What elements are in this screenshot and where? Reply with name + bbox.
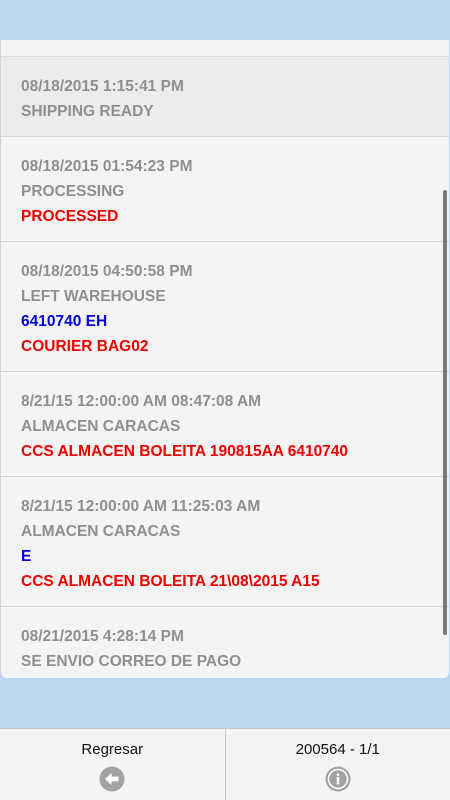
event-detail: PROCESSED (21, 208, 119, 225)
tracking-event-item[interactable]: 08/21/2015 4:28:14 PM SE ENVIO CORREO DE … (1, 607, 449, 678)
event-status: ALMACEN CARACAS (21, 418, 181, 435)
event-detail: CCS ALMACEN BOLEITA 190815AA 6410740 (21, 443, 349, 460)
tracking-event-item[interactable]: 08/18/2015 1:15:41 PM SHIPPING READY (1, 57, 449, 137)
tracking-event-item[interactable]: 8/21/15 12:00:00 AM 08:47:08 AM ALMACEN C… (1, 372, 449, 477)
record-info-label: 200564 - 1/1 (295, 741, 380, 758)
tracking-event-item[interactable]: 08/18/2015 04:50:58 PM LEFT WAREHOUSE 6410… (1, 242, 449, 372)
footer-bar: Regresar 200564 - 1/1 (0, 728, 450, 800)
tracking-event-item[interactable]: 08/18/2015 01:54:23 PM PROCESSING PROCESSE… (1, 137, 449, 242)
event-status: SHIPPING READY (21, 103, 154, 120)
back-button[interactable]: Regresar (0, 729, 225, 800)
info-circle-icon (325, 766, 351, 792)
arrow-left-circle-icon (99, 766, 125, 792)
back-button-label: Regresar (81, 741, 144, 758)
event-status: ALMACEN CARACAS (21, 523, 181, 540)
event-detail: 6410740 EH (21, 313, 108, 330)
event-timestamp: 08/18/2015 04:50:58 PM (21, 263, 193, 280)
list-top-edge (1, 40, 449, 57)
event-timestamp: 8/21/15 12:00:00 AM 11:25:03 AM (21, 498, 261, 515)
info-button[interactable]: 200564 - 1/1 (224, 729, 450, 800)
event-timestamp: 08/21/2015 4:28:14 PM (21, 628, 184, 645)
events-container: 08/18/2015 1:15:41 PM SHIPPING READY 08/18… (1, 57, 449, 678)
event-timestamp: 8/21/15 12:00:00 AM 08:47:08 AM (21, 393, 262, 410)
event-status: SE ENVIO CORREO DE PAGO (21, 653, 242, 670)
scrollbar[interactable] (443, 190, 447, 635)
event-status: PROCESSING (21, 183, 125, 200)
event-detail: E (21, 548, 32, 565)
tracking-event-item[interactable]: 8/21/15 12:00:00 AM 11:25:03 AM ALMACEN C… (1, 477, 449, 607)
event-detail: COURIER BAG02 (21, 338, 149, 355)
event-timestamp: 08/18/2015 01:54:23 PM (21, 158, 193, 175)
event-detail: CCS ALMACEN BOLEITA 21\08\2015 A15 (21, 573, 320, 590)
event-timestamp: 08/18/2015 1:15:41 PM (21, 78, 184, 95)
event-status: LEFT WAREHOUSE (21, 288, 166, 305)
tracking-events-list[interactable]: 08/18/2015 1:15:41 PM SHIPPING READY 08/18… (1, 40, 449, 678)
